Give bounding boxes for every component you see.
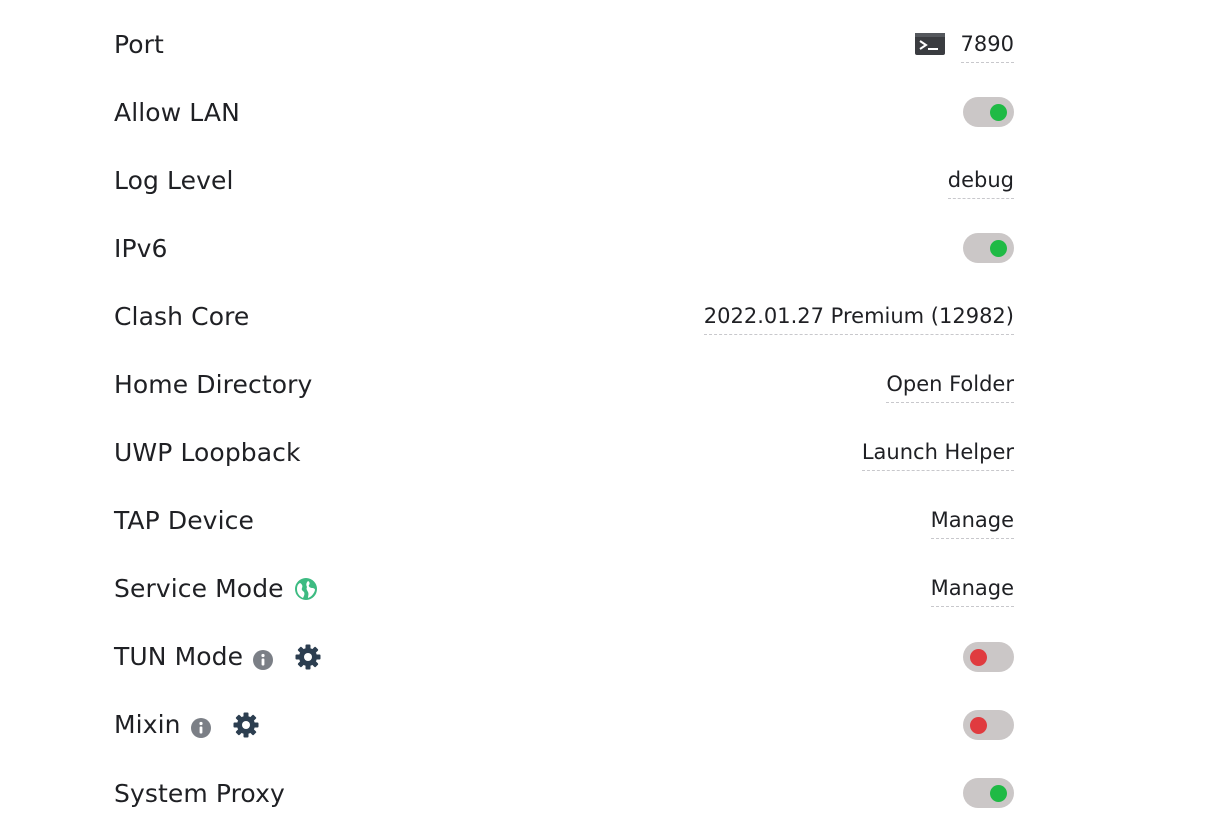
system-proxy-toggle[interactable] (963, 778, 1014, 809)
port-label: Port (114, 30, 164, 59)
tun-mode-label-text: TUN Mode (114, 642, 244, 672)
ipv6-label: IPv6 (114, 234, 168, 263)
info-icon[interactable] (253, 647, 274, 670)
port-value-group: 7890 (914, 26, 1014, 63)
setting-row-uwp-loopback: UWP Loopback Launch Helper (114, 419, 1014, 487)
allow-lan-label: Allow LAN (114, 98, 240, 127)
system-proxy-label-text: System Proxy (114, 778, 285, 808)
gear-icon[interactable] (295, 644, 321, 670)
globe-icon (294, 577, 318, 601)
toggle-knob (970, 648, 987, 666)
clash-core-version-link[interactable]: 2022.01.27 Premium (12982) (703, 304, 1014, 335)
tap-device-manage-link[interactable]: Manage (930, 508, 1014, 540)
uwp-loopback-label-text: UWP Loopback (114, 438, 301, 468)
info-icon[interactable] (190, 715, 211, 738)
ipv6-label-text: IPv6 (114, 233, 168, 263)
setting-row-log-level: Log Level debug (114, 146, 1014, 214)
port-input[interactable]: 7890 (960, 32, 1014, 63)
tap-device-label: TAP Device (114, 506, 254, 535)
setting-row-allow-lan: Allow LAN (114, 78, 1014, 146)
system-proxy-label: System Proxy (114, 779, 285, 808)
log-level-label-text: Log Level (114, 165, 234, 195)
service-mode-label-text: Service Mode (114, 574, 284, 604)
tun-mode-label: TUN Mode (114, 642, 321, 671)
launch-helper-link[interactable]: Launch Helper (861, 440, 1014, 472)
toggle-knob (990, 785, 1007, 803)
setting-row-home-directory: Home Directory Open Folder (114, 350, 1014, 418)
mixin-toggle[interactable] (963, 709, 1014, 740)
allow-lan-label-text: Allow LAN (114, 97, 240, 127)
log-level-label: Log Level (114, 166, 234, 195)
mixin-label: Mixin (114, 710, 259, 739)
setting-row-service-mode: Service Mode Manage (114, 555, 1014, 623)
toggle-knob (970, 716, 987, 734)
clash-core-label-text: Clash Core (114, 301, 250, 331)
clash-core-label: Clash Core (114, 302, 249, 331)
allow-lan-toggle[interactable] (963, 97, 1014, 128)
tap-device-label-text: TAP Device (114, 506, 254, 536)
home-directory-label: Home Directory (114, 370, 312, 399)
setting-row-tap-device: TAP Device Manage (114, 487, 1014, 555)
mixin-label-text: Mixin (114, 710, 181, 740)
setting-row-mixin: Mixin (114, 691, 1014, 759)
toggle-knob (990, 240, 1007, 258)
home-directory-label-text: Home Directory (114, 370, 313, 400)
service-mode-manage-link[interactable]: Manage (930, 576, 1014, 608)
uwp-loopback-label: UWP Loopback (114, 438, 301, 467)
gear-icon[interactable] (233, 712, 259, 738)
terminal-icon[interactable] (914, 33, 945, 56)
service-mode-label: Service Mode (114, 574, 318, 603)
setting-row-system-proxy: System Proxy (114, 759, 1014, 827)
setting-row-port: Port 7890 (114, 10, 1014, 78)
setting-row-tun-mode: TUN Mode (114, 623, 1014, 691)
port-label-text: Port (114, 29, 164, 59)
toggle-knob (990, 104, 1007, 122)
setting-row-ipv6: IPv6 (114, 214, 1014, 282)
setting-row-clash-core: Clash Core 2022.01.27 Premium (12982) (114, 282, 1014, 350)
tun-mode-toggle[interactable] (963, 641, 1014, 672)
settings-list: Port 7890 Allow LAN Log Level debug IPv6… (114, 10, 1014, 827)
ipv6-toggle[interactable] (963, 233, 1014, 264)
log-level-select[interactable]: debug (947, 168, 1014, 199)
open-folder-link[interactable]: Open Folder (886, 372, 1014, 404)
